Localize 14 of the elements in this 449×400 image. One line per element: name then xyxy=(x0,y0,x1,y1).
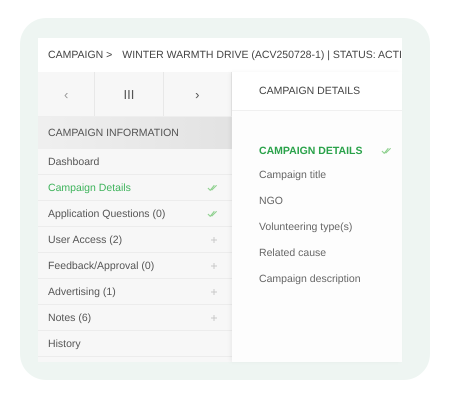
double-check-icon xyxy=(207,210,218,218)
field-link[interactable]: Campaign description xyxy=(259,273,392,299)
plus-icon xyxy=(210,288,218,296)
field-link[interactable]: Volunteering type(s) xyxy=(259,221,392,247)
plus-icon xyxy=(210,262,218,270)
field-link[interactable]: Related cause xyxy=(259,247,392,273)
plus-icon xyxy=(210,236,218,244)
plus-icon xyxy=(210,314,218,322)
field-link[interactable]: Campaign title xyxy=(259,169,392,195)
breadcrumb-link[interactable]: CAMPAIGN > xyxy=(48,49,112,61)
sidebar-heading: CAMPAIGN INFORMATION xyxy=(38,117,232,149)
double-check-icon xyxy=(207,184,218,192)
campaign-title: WINTER WARMTH DRIVE (ACV250728-1) | STATUS: ACTI xyxy=(122,49,402,61)
field-link[interactable]: NGO xyxy=(259,195,392,221)
